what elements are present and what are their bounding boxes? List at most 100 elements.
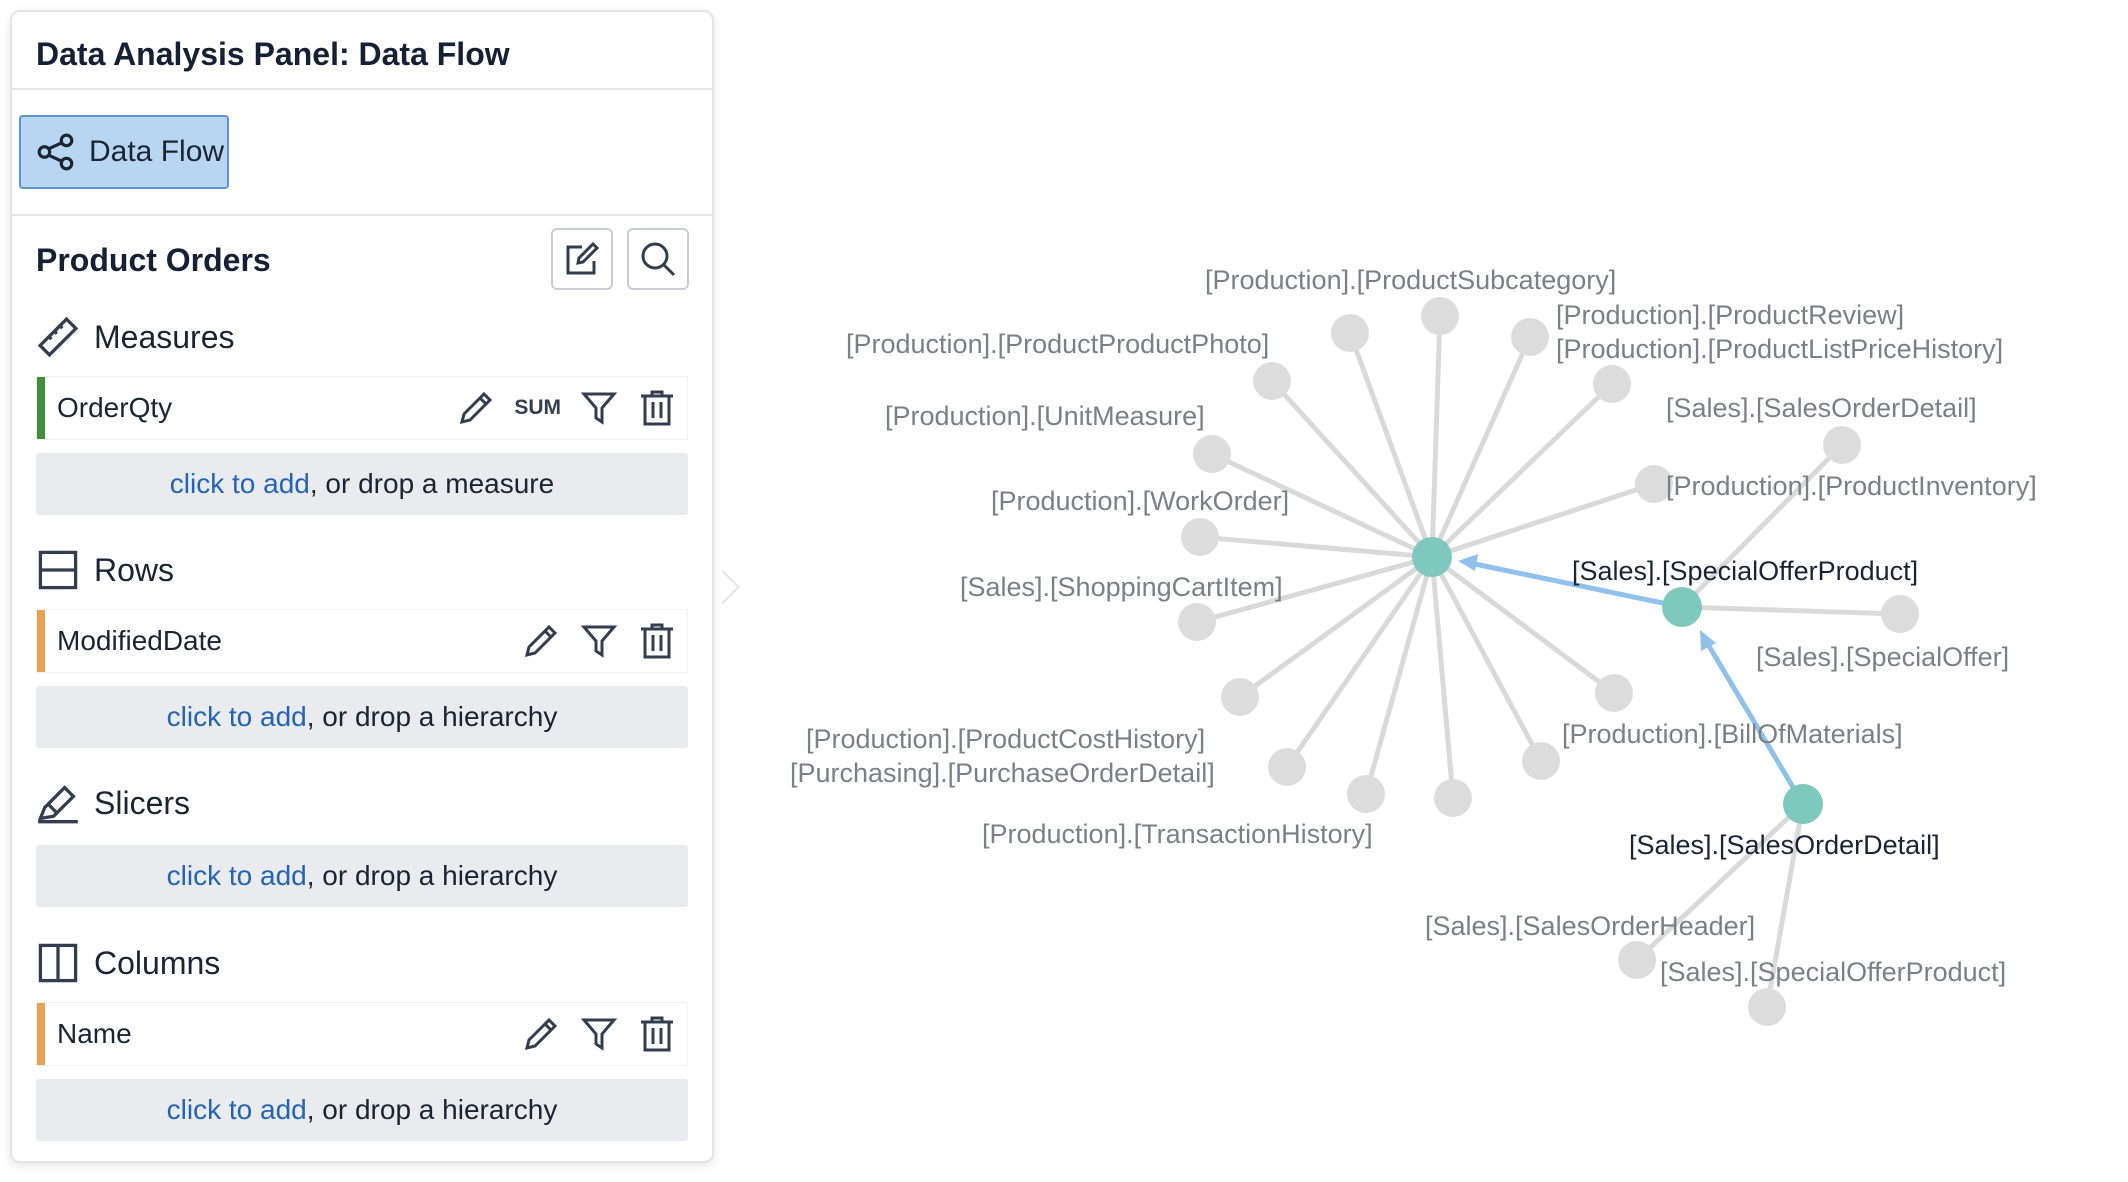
panel-title: Data Analysis Panel: Data Flow <box>12 12 712 90</box>
click-to-add-link[interactable]: click to add <box>167 701 307 732</box>
slicers-drop-zone[interactable]: click to add, or drop a hierarchy <box>36 845 688 907</box>
node-label: [Production].[ProductInventory] <box>1666 471 2037 501</box>
edge <box>1429 315 1443 558</box>
graph-node[interactable] <box>1595 674 1633 712</box>
node-label: [Purchasing].[PurchaseOrderDetail] <box>790 758 1215 788</box>
trash-icon[interactable] <box>637 621 677 661</box>
node-label: [Sales].[SpecialOffer] <box>1756 642 2009 672</box>
graph-node-active[interactable] <box>1412 537 1452 577</box>
edit-square-icon <box>566 241 600 275</box>
edge <box>1431 481 1655 560</box>
slicer-pen-icon <box>37 785 78 824</box>
node-label: [Sales].[SalesOrderDetail] <box>1666 393 1977 423</box>
graph-node[interactable] <box>1221 678 1259 716</box>
edge <box>1681 604 1901 617</box>
node-label: [Production].[UnitMeasure] <box>885 401 1205 431</box>
trash-icon[interactable] <box>637 388 677 428</box>
graph-node[interactable] <box>1347 775 1385 813</box>
field-name: ModifiedDate <box>57 625 222 656</box>
node-label: [Production].[WorkOrder] <box>991 486 1289 516</box>
field-name: Name <box>57 1018 132 1049</box>
graph-node[interactable] <box>1253 362 1291 400</box>
rows-icon <box>38 550 78 590</box>
node-label: [Production].[ProductSubcategory] <box>1205 265 1616 295</box>
slicers-label: Slicers <box>94 784 191 821</box>
filter-icon[interactable] <box>579 621 619 661</box>
filter-icon[interactable] <box>579 1014 619 1054</box>
filter-icon[interactable] <box>579 388 619 428</box>
drop-hint: , or drop a measure <box>309 468 555 499</box>
click-to-add-link[interactable]: click to add <box>167 860 307 891</box>
node-label: [Production].[ProductReview] <box>1556 300 1904 330</box>
field-color-bar <box>37 1003 45 1065</box>
ruler-icon <box>37 316 79 358</box>
share-nodes-icon <box>37 133 74 171</box>
graph-node[interactable] <box>1421 297 1459 335</box>
field-color-bar <box>37 377 45 439</box>
graph-node[interactable] <box>1881 595 1919 633</box>
edit-report-button[interactable] <box>551 228 613 290</box>
report-title: Product Orders <box>36 242 271 278</box>
graph-node[interactable] <box>1618 941 1656 979</box>
graph-node[interactable] <box>1593 365 1631 403</box>
node-label: [Production].[ProductCostHistory] <box>806 724 1205 754</box>
graph-node[interactable] <box>1823 426 1861 464</box>
drop-hint: , or drop a hierarchy <box>306 701 558 732</box>
rows-header: Rows <box>36 548 174 592</box>
field-color-bar <box>37 610 45 672</box>
slicers-header: Slicers <box>36 781 190 825</box>
graph-node[interactable] <box>1178 603 1216 641</box>
row-field-row[interactable]: ModifiedDate <box>36 609 688 673</box>
click-to-add-link[interactable]: click to add <box>170 468 310 499</box>
search-icon <box>641 242 676 277</box>
graph-node[interactable] <box>1193 435 1231 473</box>
node-label: [Production].[TransactionHistory] <box>982 819 1373 849</box>
columns-header: Columns <box>36 941 220 985</box>
node-label: [Production].[ProductProductPhoto] <box>846 329 1269 359</box>
search-button[interactable] <box>627 228 689 290</box>
node-label: [Production].[BillOfMaterials] <box>1562 719 1903 749</box>
node-label: [Production].[ProductListPriceHistory] <box>1556 334 2003 364</box>
graph-node[interactable] <box>1434 779 1472 817</box>
columns-icon <box>38 943 78 983</box>
measures-header: Measures <box>36 315 235 359</box>
panel-toolbar: Data Flow <box>12 90 712 216</box>
node-label: [Sales].[SpecialOfferProduct] <box>1660 957 2006 987</box>
node-label-active: [Sales].[SalesOrderDetail] <box>1629 830 1940 860</box>
arrowhead <box>1458 554 1478 571</box>
pencil-icon[interactable] <box>521 621 561 661</box>
rows-drop-zone[interactable]: click to add, or drop a hierarchy <box>36 686 688 748</box>
measures-drop-zone[interactable]: click to add, or drop a measure <box>36 453 688 515</box>
node-label: [Sales].[ShoppingCartItem] <box>960 572 1283 602</box>
graph-node[interactable] <box>1522 742 1560 780</box>
graph-node[interactable] <box>1511 318 1549 356</box>
aggregate-label[interactable]: SUM <box>514 396 561 420</box>
edge <box>1270 379 1434 559</box>
node-label-active: [Sales].[SpecialOfferProduct] <box>1572 556 1918 586</box>
data-flow-button[interactable]: Data Flow <box>19 115 229 189</box>
click-to-add-link[interactable]: click to add <box>167 1094 307 1125</box>
graph-node[interactable] <box>1331 314 1369 352</box>
column-field-row[interactable]: Name <box>36 1002 688 1066</box>
graph-node-active[interactable] <box>1662 587 1702 627</box>
graph-node[interactable] <box>1181 518 1219 556</box>
field-name: OrderQty <box>57 392 173 423</box>
pencil-icon[interactable] <box>521 1014 561 1054</box>
node-label: [Sales].[SalesOrderHeader] <box>1425 911 1755 941</box>
edge <box>1429 335 1533 559</box>
data-analysis-panel: Data Analysis Panel: Data Flow Data Flow… <box>10 10 714 1163</box>
pencil-icon[interactable] <box>456 388 496 428</box>
data-flow-button-label: Data Flow <box>89 135 225 168</box>
measure-field-row[interactable]: OrderQty SUM <box>36 376 688 440</box>
drop-hint: , or drop a hierarchy <box>306 860 558 891</box>
columns-label: Columns <box>94 944 221 981</box>
measures-label: Measures <box>94 318 235 355</box>
graph-node[interactable] <box>1748 988 1786 1026</box>
rows-label: Rows <box>94 551 175 588</box>
trash-icon[interactable] <box>637 1014 677 1054</box>
drop-hint: , or drop a hierarchy <box>306 1094 558 1125</box>
edge <box>1430 382 1614 559</box>
columns-drop-zone[interactable]: click to add, or drop a hierarchy <box>36 1079 688 1141</box>
graph-node[interactable] <box>1268 748 1306 786</box>
graph-node-active[interactable] <box>1783 784 1823 824</box>
